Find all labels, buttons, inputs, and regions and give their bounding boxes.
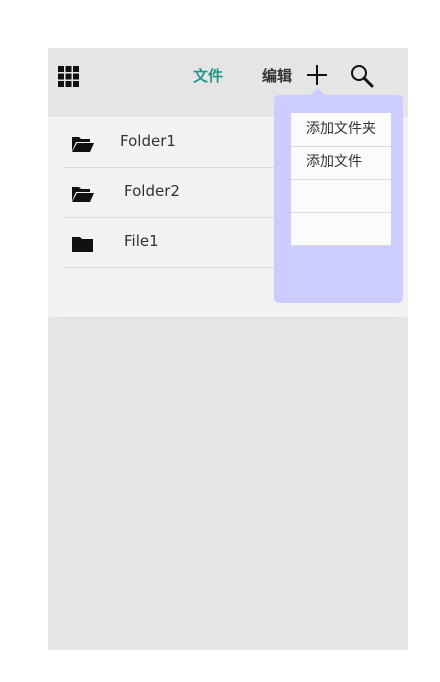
list-item-label: Folder2 [124, 182, 180, 200]
list-item-label: File1 [124, 232, 159, 250]
menu-item-label: 添加文件 [306, 154, 362, 170]
plus-icon[interactable] [307, 65, 327, 85]
add-menu-popup: 添加文件夹 添加文件 [274, 88, 403, 303]
list-item-label: Folder1 [120, 132, 176, 150]
grid-menu-icon[interactable] [58, 66, 79, 87]
menu-item-empty[interactable] [291, 212, 391, 246]
folder-open-icon [72, 185, 94, 203]
tab-files[interactable]: 文件 [193, 67, 223, 85]
tab-edit[interactable]: 编辑 [262, 67, 292, 85]
search-icon[interactable] [350, 64, 374, 88]
popup-arrow [310, 88, 326, 96]
menu-item-add-file[interactable]: 添加文件 [291, 146, 391, 180]
add-menu: 添加文件夹 添加文件 [291, 113, 391, 246]
menu-item-label: 添加文件夹 [306, 121, 376, 137]
folder-open-icon [72, 135, 94, 153]
menu-item-empty[interactable] [291, 179, 391, 213]
folder-closed-icon [72, 235, 94, 253]
app-window: 文件 编辑 Folder1 Folder2 File1 添加文件夹 添加文件 [48, 48, 408, 650]
menu-item-add-folder[interactable]: 添加文件夹 [291, 113, 391, 147]
